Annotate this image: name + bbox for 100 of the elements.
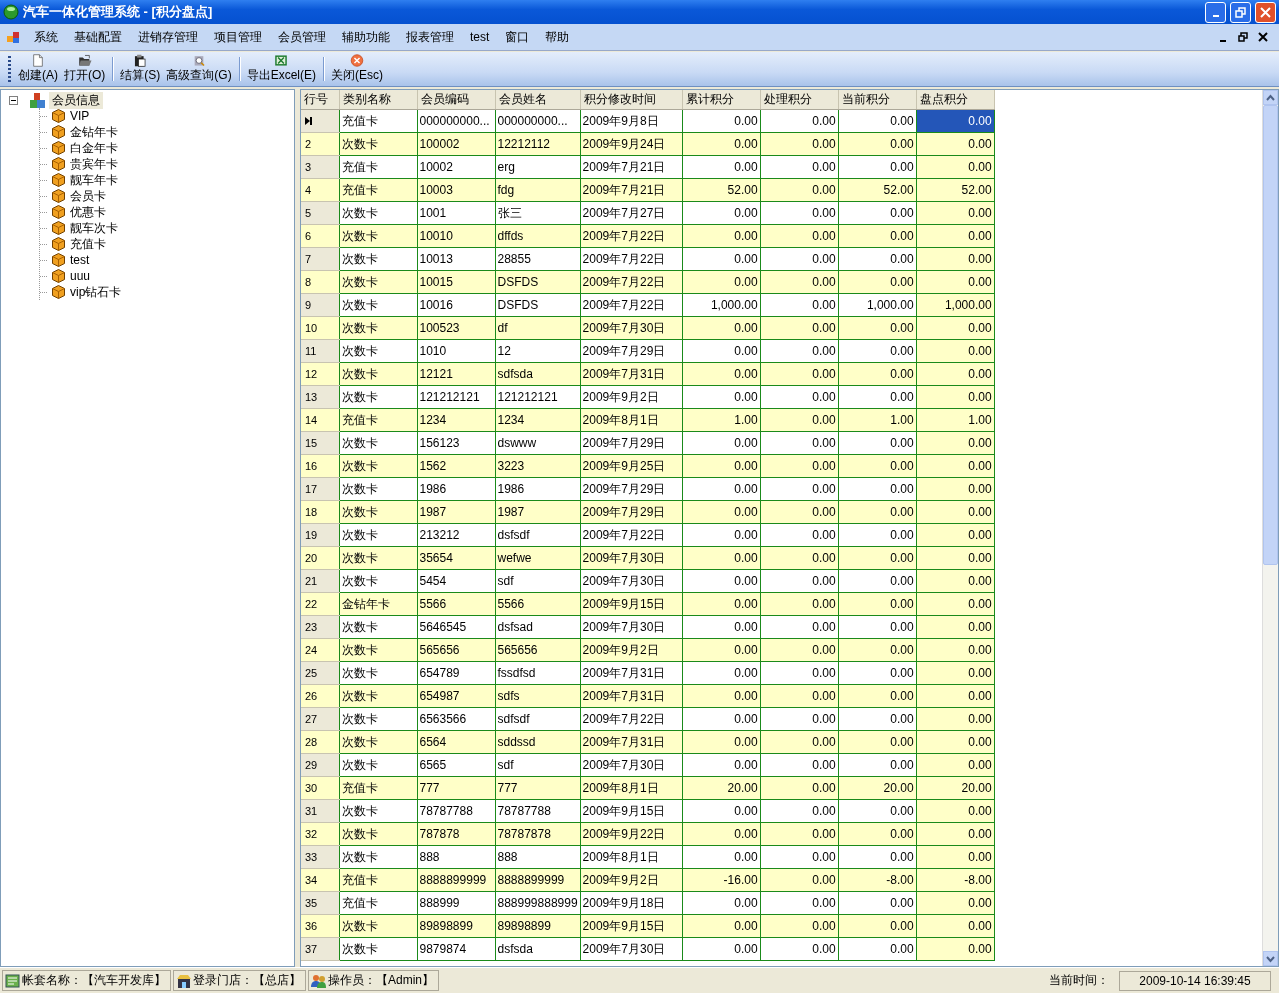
tree-item[interactable]: 会员卡 xyxy=(70,187,106,205)
status-text: 登录门店：【总店】 xyxy=(193,972,301,989)
tree-item[interactable]: test xyxy=(70,253,90,267)
menu-item[interactable]: 帮助 xyxy=(537,26,578,48)
window-title: 汽车一体化管理系统 - [积分盘点] xyxy=(23,3,214,21)
menu-item[interactable]: 基础配置 xyxy=(66,26,130,48)
table-cell: 0.00 xyxy=(760,431,839,455)
menu-item[interactable]: 会员管理 xyxy=(270,26,334,48)
table-cell: 次数卡 xyxy=(339,385,417,409)
close-icon[interactable] xyxy=(1258,32,1268,42)
table-cell: 0.00 xyxy=(838,155,917,179)
restore-button[interactable] xyxy=(1230,1,1251,23)
tree-item[interactable]: VIP xyxy=(70,109,90,123)
table-cell: 0.00 xyxy=(682,109,761,133)
table-cell: 充值卡 xyxy=(339,868,417,892)
table-cell: 1,000.00 xyxy=(682,293,761,317)
table-cell: 次数卡 xyxy=(339,247,417,271)
cube-icon xyxy=(52,125,65,139)
tree-item[interactable]: uuu xyxy=(70,269,91,283)
column-header[interactable]: 积分修改时间 xyxy=(580,90,683,110)
restore-icon[interactable] xyxy=(1238,32,1248,42)
table-cell: 充值卡 xyxy=(339,155,417,179)
tree-item[interactable]: vip钻石卡 xyxy=(70,283,122,301)
row-header: 26 xyxy=(301,684,339,708)
table-cell: 0.00 xyxy=(838,937,917,961)
table-cell: sdf xyxy=(495,753,581,777)
toolbar-button[interactable]: 打开(O) xyxy=(61,52,109,86)
table-cell: 0.00 xyxy=(682,937,761,961)
table-cell: 0.00 xyxy=(838,799,917,823)
scroll-up-button[interactable] xyxy=(1263,90,1278,105)
table-cell: 888 xyxy=(417,845,495,869)
table-cell: 次数卡 xyxy=(339,753,417,777)
table-cell: 0.00 xyxy=(838,247,917,271)
column-header[interactable]: 累计积分 xyxy=(682,90,761,110)
row-header: 29 xyxy=(301,753,339,777)
scroll-down-button[interactable] xyxy=(1263,951,1278,966)
tree-item[interactable]: 白金年卡 xyxy=(70,139,118,157)
table-cell: 000000000... xyxy=(417,109,495,133)
tree-item[interactable]: 靓车次卡 xyxy=(70,219,118,237)
table-cell: 次数卡 xyxy=(339,684,417,708)
table-cell: 次数卡 xyxy=(339,523,417,547)
table-cell: 0.00 xyxy=(760,845,839,869)
column-header[interactable]: 会员姓名 xyxy=(495,90,581,110)
menu-item[interactable]: 辅助功能 xyxy=(334,26,398,48)
column-header[interactable]: 当前积分 xyxy=(838,90,917,110)
toolbar-button[interactable]: 导出Excel(E) xyxy=(243,52,319,86)
menu-item[interactable]: 进销存管理 xyxy=(130,26,206,48)
column-header[interactable]: 行号 xyxy=(301,90,339,110)
close-button[interactable] xyxy=(1255,1,1276,23)
tree-item[interactable]: 充值卡 xyxy=(70,235,106,253)
toolbar-button[interactable]: 关闭(Esc) xyxy=(328,52,386,86)
row-header: 2 xyxy=(301,132,339,156)
table-cell: 0.00 xyxy=(760,247,839,271)
column-header[interactable]: 处理积分 xyxy=(760,90,839,110)
menu-item[interactable]: test xyxy=(462,28,498,46)
table-cell: 次数卡 xyxy=(339,201,417,225)
table-cell: 0.00 xyxy=(682,615,761,639)
table-cell: 000000000... xyxy=(495,109,581,133)
tree-item[interactable]: 贵宾年卡 xyxy=(70,155,118,173)
table-cell: 次数卡 xyxy=(339,339,417,363)
menu-item[interactable]: 窗口 xyxy=(497,26,538,48)
table-cell: 0.00 xyxy=(760,753,839,777)
menu-item[interactable]: 系统 xyxy=(26,26,66,48)
toolbar-button[interactable]: 创建(A) xyxy=(15,52,61,86)
tree-item[interactable]: 金钻年卡 xyxy=(70,123,118,141)
row-header: 7 xyxy=(301,247,339,271)
menu-item[interactable]: 项目管理 xyxy=(206,26,270,48)
table-cell: 6565 xyxy=(417,753,495,777)
table-cell: 2009年7月22日 xyxy=(580,707,683,731)
table-cell: 888999 xyxy=(417,891,495,915)
cube-icon xyxy=(52,205,65,219)
row-header: 36 xyxy=(301,914,339,938)
toolbar-button[interactable]: 高级查询(G) xyxy=(163,52,235,86)
table-cell: 0.00 xyxy=(838,845,917,869)
column-header[interactable]: 会员编码 xyxy=(417,90,495,110)
table-cell: 金钻年卡 xyxy=(339,592,417,616)
table-cell: 12 xyxy=(495,339,581,363)
table-cell: 0.00 xyxy=(838,753,917,777)
tree-item[interactable]: 靓车年卡 xyxy=(70,171,118,189)
toolbar-button[interactable]: 结算(S) xyxy=(117,52,164,86)
table-cell: 0.00 xyxy=(682,707,761,731)
table-cell: 2009年9月15日 xyxy=(580,799,683,823)
table-cell: 0.00 xyxy=(682,247,761,271)
table-cell: 次数卡 xyxy=(339,362,417,386)
table-cell: 次数卡 xyxy=(339,546,417,570)
minimize-button[interactable] xyxy=(1205,1,1226,23)
column-header[interactable]: 盘点积分 xyxy=(916,90,995,110)
tree-item[interactable]: 会员信息 xyxy=(49,91,103,109)
table-cell: 次数卡 xyxy=(339,937,417,961)
table-cell: 0.00 xyxy=(838,891,917,915)
table-cell: 次数卡 xyxy=(339,615,417,639)
table-cell: 次数卡 xyxy=(339,132,417,156)
scrollbar-thumb[interactable] xyxy=(1263,105,1278,565)
tree-item[interactable]: 优惠卡 xyxy=(70,203,106,221)
table-cell: 次数卡 xyxy=(339,799,417,823)
column-header[interactable]: 类别名称 xyxy=(339,90,417,110)
menu-item[interactable]: 报表管理 xyxy=(398,26,462,48)
table-cell: 充值卡 xyxy=(339,109,417,133)
collapse-icon[interactable] xyxy=(9,95,18,105)
table-cell: 充值卡 xyxy=(339,776,417,800)
